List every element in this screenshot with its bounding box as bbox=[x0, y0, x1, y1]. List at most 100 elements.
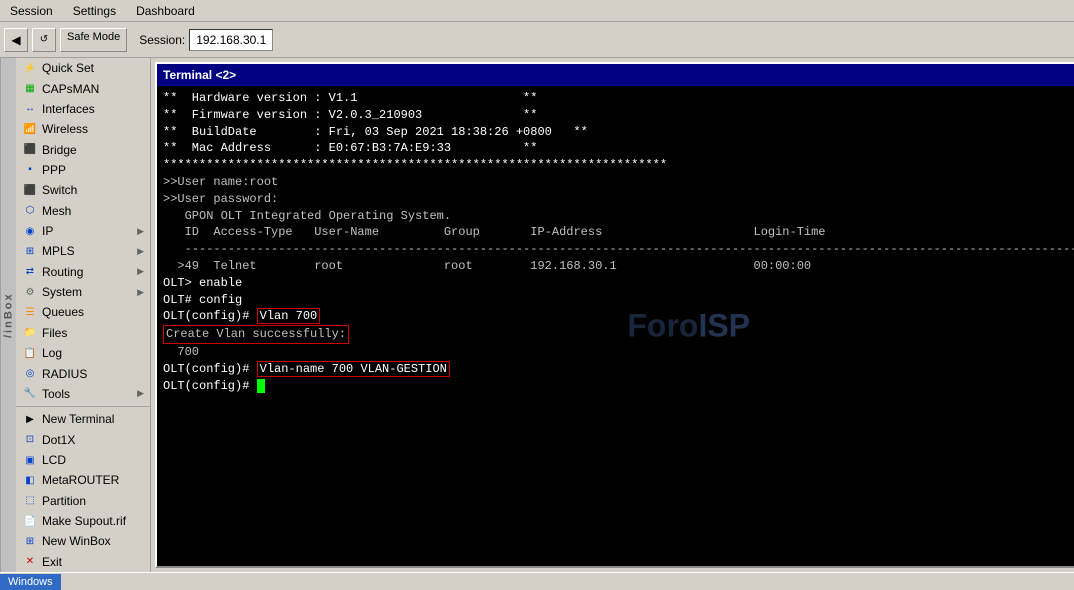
sidebar-item-switch[interactable]: ⬛ Switch bbox=[16, 180, 150, 200]
sidebar-item-radius[interactable]: ◎RADIUS bbox=[16, 363, 150, 383]
terminal-line: Create Vlan successfully: bbox=[163, 325, 1074, 344]
sidebar-item-routing[interactable]: ⇄Routing▶ bbox=[16, 262, 150, 282]
sidebar-item-files[interactable]: 📁 Files bbox=[16, 323, 150, 343]
safemode-button[interactable]: Safe Mode bbox=[60, 28, 127, 52]
sidebar-label-lcd: LCD bbox=[42, 453, 66, 467]
terminal-line: OLT> enable bbox=[163, 275, 1074, 292]
sidebar-icon-new-terminal: ▶ bbox=[22, 411, 38, 427]
sidebar-label-mpls: MPLS bbox=[42, 244, 75, 258]
sidebar-item-log[interactable]: 📋 Log bbox=[16, 343, 150, 363]
sidebar-label-metarouter: MetaROUTER bbox=[42, 473, 119, 487]
sidebar-label-files: Files bbox=[42, 326, 67, 340]
sidebar-icon-files: 📁 bbox=[22, 325, 38, 341]
sidebar-arrow-tools: ▶ bbox=[137, 388, 144, 399]
sidebar-item-capsman[interactable]: ▦CAPsMAN bbox=[16, 78, 150, 98]
sidebar-label-radius: RADIUS bbox=[42, 367, 87, 381]
sidebar-icon-log: 📋 bbox=[22, 345, 38, 361]
sidebar: ⚡Quick Set▦CAPsMAN↔Interfaces 📶 Wireless ⬛ B… bbox=[16, 58, 151, 572]
sidebar-icon-dot1x: ⊡ bbox=[22, 432, 38, 448]
sidebar-item-dot1x[interactable]: ⊡Dot1X bbox=[16, 429, 150, 449]
sidebar-label-queues: Queues bbox=[42, 305, 84, 319]
terminal-line: ** BuildDate : Fri, 03 Sep 2021 18:38:26… bbox=[163, 124, 1074, 141]
sidebar-icon-exit: ✕ bbox=[22, 554, 38, 570]
sidebar-separator bbox=[16, 406, 150, 407]
terminal-line: ----------------------------------------… bbox=[163, 241, 1074, 258]
sidebar-item-queues[interactable]: ☰ Queues bbox=[16, 302, 150, 322]
sidebar-icon-mesh: ⬡ bbox=[22, 203, 38, 219]
sidebar-icon-partition: ⬚ bbox=[22, 493, 38, 509]
highlight-box: Create Vlan successfully: bbox=[163, 325, 349, 344]
sidebar-item-interfaces[interactable]: ↔Interfaces bbox=[16, 99, 150, 119]
terminal-line: ** Mac Address : E0:67:B3:7A:E9:33 ** bbox=[163, 140, 1074, 157]
sidebar-item-make-supout[interactable]: 📄 Make Supout.rif bbox=[16, 511, 150, 531]
sidebar-label-bridge: Bridge bbox=[42, 143, 77, 157]
sidebar-label-switch: Switch bbox=[42, 183, 77, 197]
sidebar-item-new-terminal[interactable]: ▶ New Terminal bbox=[16, 409, 150, 429]
sidebar-label-system: System bbox=[42, 285, 82, 299]
back-button[interactable]: ◀ bbox=[4, 28, 28, 52]
terminal-line: ****************************************… bbox=[163, 157, 1074, 174]
winbox-label: /inBox bbox=[0, 58, 16, 572]
sidebar-item-ip[interactable]: ◉ IP ▶ bbox=[16, 221, 150, 241]
terminal-line: GPON OLT Integrated Operating System. bbox=[163, 208, 1074, 225]
menu-bar: Session Settings Dashboard bbox=[0, 0, 1074, 22]
sidebar-icon-metarouter: ◧ bbox=[22, 472, 38, 488]
sidebar-icon-new-winbox: ⊞ bbox=[22, 533, 38, 549]
sidebar-arrow-ip: ▶ bbox=[137, 226, 144, 237]
menu-dashboard[interactable]: Dashboard bbox=[130, 3, 201, 19]
sidebar-item-new-winbox[interactable]: ⊞New WinBox bbox=[16, 531, 150, 551]
sidebar-icon-lcd: ▣ bbox=[22, 452, 38, 468]
sidebar-label-ip: IP bbox=[42, 224, 53, 238]
sidebar-item-mpls[interactable]: ⊞MPLS▶ bbox=[16, 241, 150, 261]
sidebar-item-lcd[interactable]: ▣ LCD bbox=[16, 450, 150, 470]
sidebar-item-metarouter[interactable]: ◧ MetaROUTER bbox=[16, 470, 150, 490]
sidebar-arrow-mpls: ▶ bbox=[137, 246, 144, 257]
sidebar-icon-system: ⚙ bbox=[22, 284, 38, 300]
sidebar-icon-wireless: 📶 bbox=[22, 121, 38, 137]
windows-bar: Windows bbox=[0, 572, 1074, 590]
sidebar-label-tools: Tools bbox=[42, 387, 70, 401]
terminal-window: Terminal <2> 🗗 ✕ ForoISP ** Hardware ver… bbox=[155, 62, 1074, 568]
sidebar-icon-ppp: ▪ bbox=[22, 162, 38, 178]
menu-settings[interactable]: Settings bbox=[67, 3, 122, 19]
terminal-line: OLT(config)# bbox=[163, 378, 1074, 395]
command-highlight: Vlan-name 700 VLAN-GESTION bbox=[257, 361, 450, 377]
sidebar-icon-tools: 🔧 bbox=[22, 386, 38, 402]
sidebar-label-ppp: PPP bbox=[42, 163, 66, 177]
sidebar-label-partition: Partition bbox=[42, 494, 86, 508]
terminal-body[interactable]: ForoISP ** Hardware version : V1.1 **** … bbox=[157, 86, 1074, 566]
reconnect-button[interactable]: ↺ bbox=[32, 28, 56, 52]
menu-session[interactable]: Session bbox=[4, 3, 59, 19]
sidebar-item-mesh[interactable]: ⬡ Mesh bbox=[16, 201, 150, 221]
sidebar-item-ppp[interactable]: ▪ PPP bbox=[16, 160, 150, 180]
sidebar-item-tools[interactable]: 🔧 Tools ▶ bbox=[16, 384, 150, 404]
terminal-line: ID Access-Type User-Name Group IP-Addres… bbox=[163, 224, 1074, 241]
terminal-line: OLT# config bbox=[163, 292, 1074, 309]
terminal-content: ** Hardware version : V1.1 **** Firmware… bbox=[163, 90, 1074, 394]
terminal-line: >>User name:root bbox=[163, 174, 1074, 191]
sidebar-icon-queues: ☰ bbox=[22, 305, 38, 321]
sidebar-item-exit[interactable]: ✕Exit bbox=[16, 552, 150, 572]
sidebar-icon-bridge: ⬛ bbox=[22, 142, 38, 158]
sidebar-item-wireless[interactable]: 📶 Wireless bbox=[16, 119, 150, 139]
sidebar-icon-switch: ⬛ bbox=[22, 182, 38, 198]
sidebar-item-bridge[interactable]: ⬛ Bridge bbox=[16, 139, 150, 159]
sidebar-icon-make-supout: 📄 bbox=[22, 513, 38, 529]
sidebar-label-wireless: Wireless bbox=[42, 122, 88, 136]
sidebar-item-system[interactable]: ⚙ System ▶ bbox=[16, 282, 150, 302]
sidebar-arrow-system: ▶ bbox=[137, 287, 144, 298]
sidebar-label-make-supout: Make Supout.rif bbox=[42, 514, 126, 528]
sidebar-label-new-terminal: New Terminal bbox=[42, 412, 114, 426]
windows-button[interactable]: Windows bbox=[0, 574, 61, 590]
sidebar-item-quick-set[interactable]: ⚡Quick Set bbox=[16, 58, 150, 78]
sidebar-label-mesh: Mesh bbox=[42, 204, 71, 218]
terminal-container: Terminal <2> 🗗 ✕ ForoISP ** Hardware ver… bbox=[151, 58, 1074, 572]
terminal-line: ** Hardware version : V1.1 ** bbox=[163, 90, 1074, 107]
terminal-line: >49 Telnet root root 192.168.30.1 00:00:… bbox=[163, 258, 1074, 275]
sidebar-label-log: Log bbox=[42, 346, 62, 360]
sidebar-icon-ip: ◉ bbox=[22, 223, 38, 239]
sidebar-label-capsman: CAPsMAN bbox=[42, 82, 99, 96]
sidebar-item-partition[interactable]: ⬚ Partition bbox=[16, 491, 150, 511]
terminal-line: OLT(config)# Vlan-name 700 VLAN-GESTION bbox=[163, 361, 1074, 378]
toolbar: ◀ ↺ Safe Mode Session: 192.168.30.1 bbox=[0, 22, 1074, 58]
